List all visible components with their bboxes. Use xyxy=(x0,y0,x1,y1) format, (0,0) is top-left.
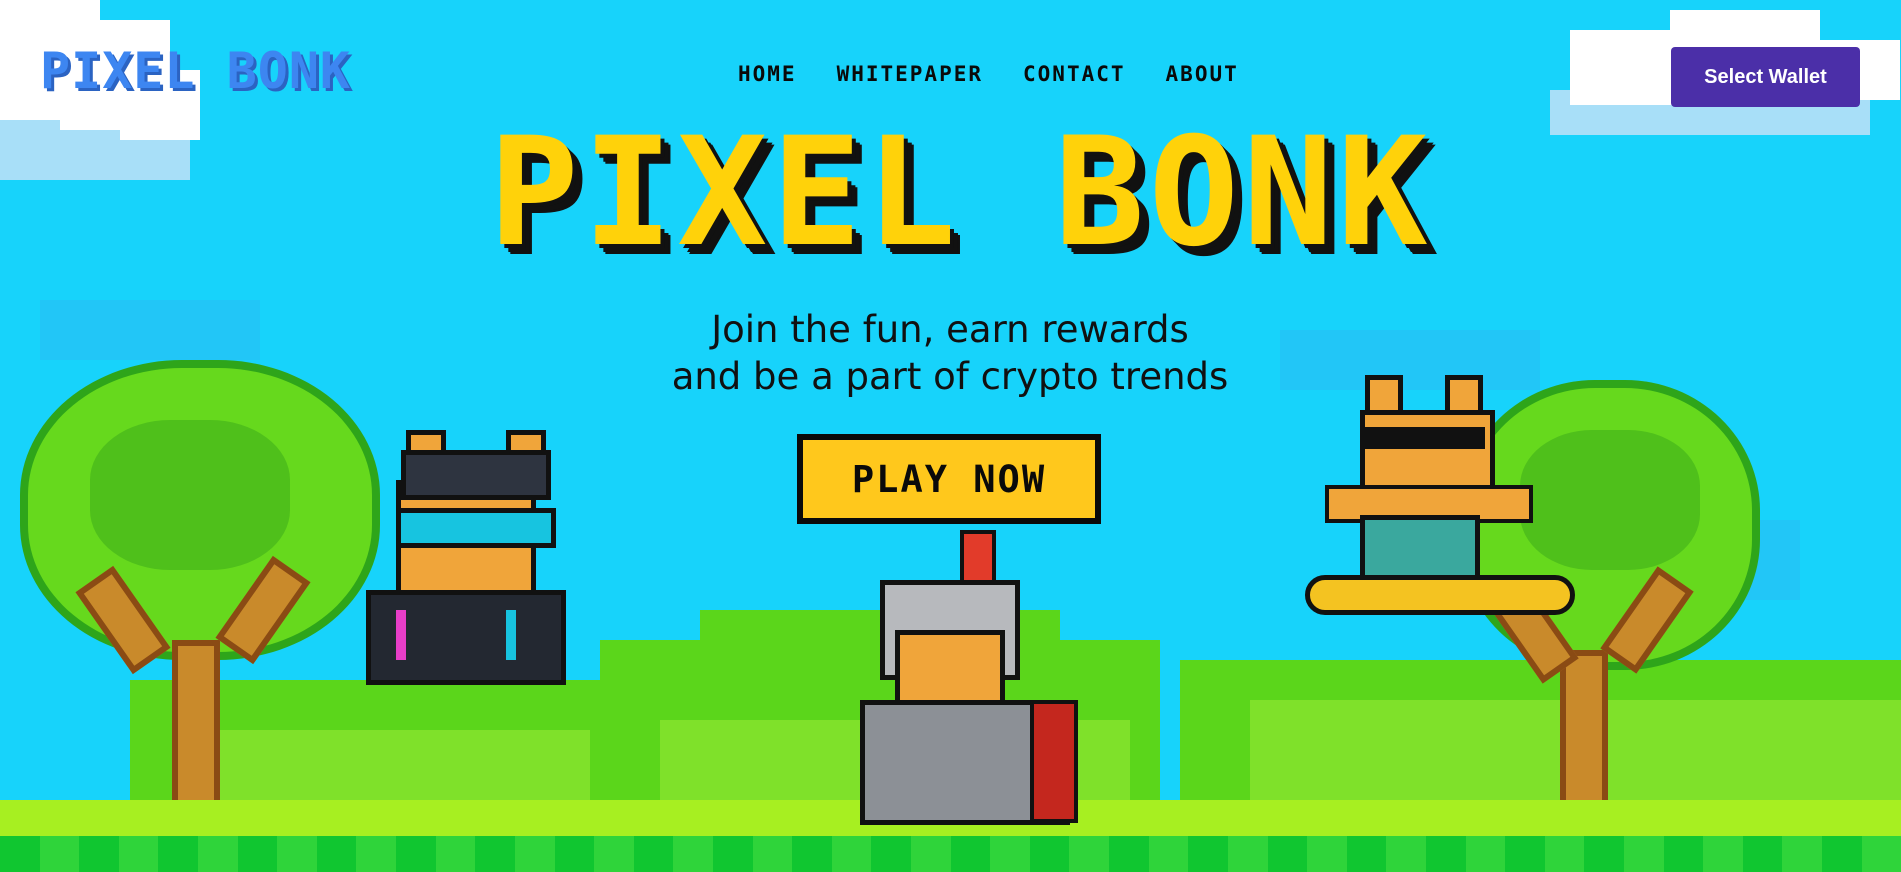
grass-tile xyxy=(831,836,872,872)
grass-tile xyxy=(1267,836,1308,872)
grass-tile xyxy=(1822,836,1862,872)
grass-tile xyxy=(950,836,991,872)
grass-tile xyxy=(1544,836,1585,872)
grass-tile xyxy=(1584,836,1624,872)
grass-tile xyxy=(435,836,476,872)
grass-tile xyxy=(1307,836,1347,872)
grass-tile xyxy=(1386,836,1426,872)
grass-tile xyxy=(1742,836,1783,872)
grass-tile xyxy=(1663,836,1704,872)
grass-tile xyxy=(39,836,80,872)
grass-tile xyxy=(633,836,674,872)
grass-tile xyxy=(475,836,515,872)
grass-tile xyxy=(1782,836,1823,872)
nav-home[interactable]: HOME xyxy=(738,62,797,86)
grass-tile xyxy=(1861,836,1901,872)
hero-tagline: Join the fun, earn rewards and be a part… xyxy=(600,306,1300,400)
grass-tile xyxy=(79,836,119,872)
grass-tile xyxy=(0,836,40,872)
grass-tile xyxy=(158,836,199,872)
grass-tile xyxy=(1069,836,1110,872)
grass-tile xyxy=(752,836,793,872)
grass-tile xyxy=(554,836,595,872)
grass-tile xyxy=(1227,836,1268,872)
grass-tile xyxy=(118,836,159,872)
grass-tile xyxy=(673,836,713,872)
grass-stripe xyxy=(0,836,1901,872)
grass-tile xyxy=(1703,836,1743,872)
hero-scene: PIXEL BONK HOME WHITEPAPER CONTACT ABOUT… xyxy=(0,0,1901,872)
select-wallet-button[interactable]: Select Wallet xyxy=(1671,47,1860,107)
grass-tile xyxy=(1346,836,1387,872)
grass-tile xyxy=(1623,836,1664,872)
grass-tile xyxy=(990,836,1030,872)
sky-block xyxy=(1280,330,1540,390)
grass-tile xyxy=(594,836,634,872)
sky-block xyxy=(40,300,260,360)
logo[interactable]: PIXEL BONK xyxy=(40,42,351,100)
grass-tile xyxy=(198,836,238,872)
play-now-button[interactable]: PLAY NOW xyxy=(797,434,1101,524)
hill xyxy=(210,730,590,810)
grass-tile xyxy=(316,836,357,872)
grass-tile xyxy=(911,836,951,872)
grass-tile xyxy=(1148,836,1189,872)
nav-whitepaper[interactable]: WHITEPAPER xyxy=(837,62,983,86)
grass-tile xyxy=(1109,836,1149,872)
grass-tile xyxy=(871,836,912,872)
grass-tile xyxy=(1188,836,1228,872)
grass-tile xyxy=(712,836,753,872)
hero-title: PIXEL BONK xyxy=(488,106,1432,280)
grass-tile xyxy=(1505,836,1545,872)
grass-tile xyxy=(1425,836,1466,872)
grass-tile xyxy=(396,836,436,872)
grass-tile xyxy=(1029,836,1070,872)
tagline-line-1: Join the fun, earn rewards xyxy=(711,308,1189,351)
grass-tile xyxy=(237,836,278,872)
grass-tile xyxy=(792,836,832,872)
grass-tile xyxy=(277,836,317,872)
main-nav: HOME WHITEPAPER CONTACT ABOUT xyxy=(738,62,1239,86)
tagline-line-2: and be a part of crypto trends xyxy=(671,355,1229,398)
nav-contact[interactable]: CONTACT xyxy=(1023,62,1126,86)
grass-tile xyxy=(1465,836,1506,872)
grass-tile xyxy=(356,836,397,872)
nav-about[interactable]: ABOUT xyxy=(1166,62,1239,86)
grass-tile xyxy=(514,836,555,872)
